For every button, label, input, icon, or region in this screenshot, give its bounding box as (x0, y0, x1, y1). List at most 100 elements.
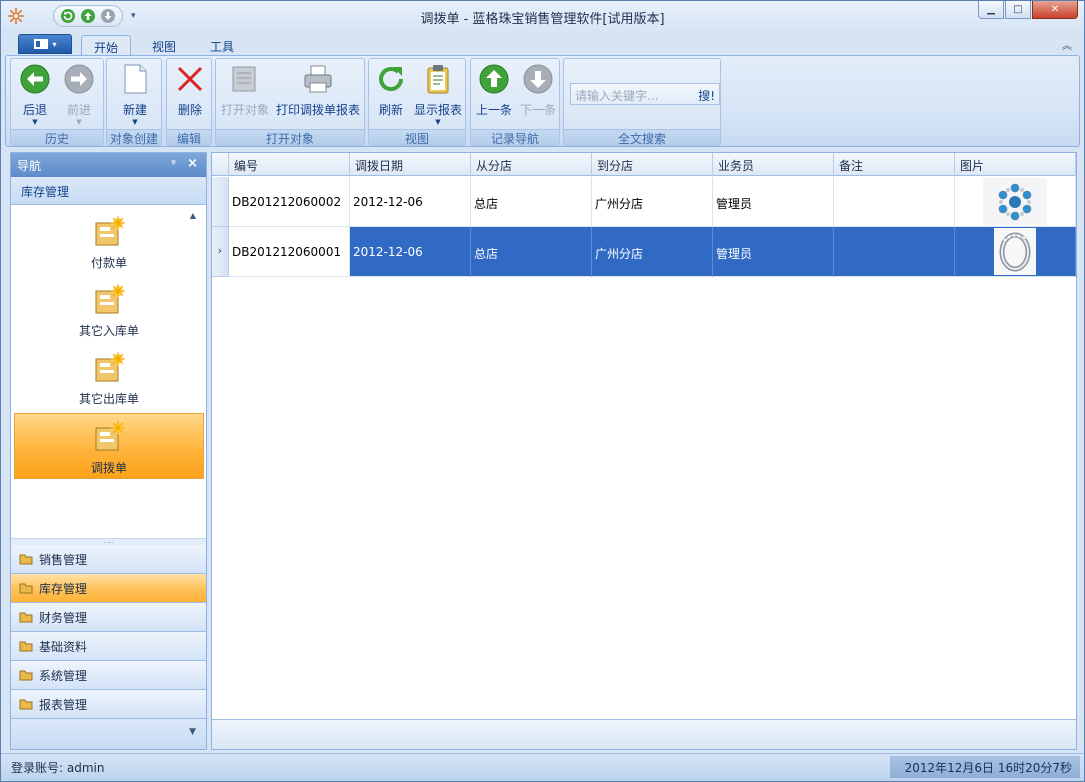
close-button[interactable]: ✕ (1032, 1, 1078, 19)
nav-header-title: 导航 (17, 159, 42, 173)
nav-group-system[interactable]: 系统管理 (11, 661, 206, 690)
cell-id[interactable]: DB201212060001 (229, 227, 350, 277)
cell-to[interactable]: 广州分店 (592, 177, 713, 227)
folder-icon (19, 612, 33, 623)
refresh-icon (379, 67, 404, 92)
title-bar: ▾ 调拨单 - 蓝格珠宝销售管理软件[试用版本] ▁ □ ✕ (1, 1, 1084, 31)
back-button[interactable]: 后退 ▼ (15, 63, 55, 126)
new-document-icon (124, 64, 147, 94)
nav-group-inventory[interactable]: 库存管理 (11, 574, 206, 603)
window-title: 调拨单 - 蓝格珠宝销售管理软件[试用版本] (420, 12, 665, 27)
column-header-note[interactable]: 备注 (834, 153, 955, 176)
cell-id[interactable]: DB201212060002 (229, 177, 350, 227)
nav-item-transfer[interactable]: 调拨单 (14, 413, 204, 479)
cell-picture[interactable] (955, 227, 1076, 277)
pin-icon[interactable]: ᵠ (171, 157, 176, 170)
status-bar: 登录账号: admin 2012年12月6日 16时20分7秒 (1, 753, 1084, 781)
ring-image-icon (994, 228, 1036, 275)
group-history: 后退 ▼ 前进 ▼ 历史 (10, 58, 104, 146)
tab-start[interactable]: 开始 (81, 35, 131, 55)
forward-arrow-icon (64, 64, 94, 94)
table-row[interactable]: › DB201212060001 2012-12-06 总店 广州分店 管理员 (212, 227, 1076, 277)
transfer-grid: 编号 调拨日期 从分店 到分店 业务员 备注 图片 DB201212060002… (211, 152, 1077, 750)
brooch-image-icon (983, 178, 1047, 225)
back-arrow-icon (20, 64, 50, 94)
cell-picture[interactable] (955, 177, 1076, 227)
login-account: 登录账号: admin (11, 761, 105, 775)
group-caption-history: 历史 (11, 129, 103, 146)
table-row[interactable]: DB201212060002 2012-12-06 总店 广州分店 管理员 (212, 177, 1076, 227)
collapse-ribbon-icon[interactable]: ︽ (1062, 37, 1072, 52)
application-menu-button[interactable]: ▾ (18, 34, 72, 54)
column-header-picture[interactable]: 图片 (955, 153, 1076, 176)
nav-item-payment[interactable]: 付款单 (14, 209, 204, 275)
folder-icon (19, 554, 33, 565)
group-caption-fulltext: 全文搜索 (564, 129, 720, 146)
nav-category-title: 库存管理 (11, 177, 206, 205)
close-icon[interactable]: × (187, 156, 198, 171)
nav-group-basic-data[interactable]: 基础资料 (11, 632, 206, 661)
forward-button[interactable]: 前进 ▼ (59, 63, 99, 126)
tab-view[interactable]: 视图 (139, 35, 189, 55)
column-header-from[interactable]: 从分店 (471, 153, 592, 176)
group-caption-create: 对象创建 (107, 129, 161, 146)
group-open: 打开对象 打印调拨单报表 打开对象 (215, 58, 365, 146)
cell-from[interactable]: 总店 (471, 227, 592, 277)
print-transfer-report-button[interactable]: 打印调拨单报表 (276, 63, 360, 118)
next-record-button[interactable]: 下一条 (517, 63, 559, 118)
window-controls: ▁ □ ✕ (978, 1, 1078, 19)
cell-from[interactable]: 总店 (471, 177, 592, 227)
app-menu-icon (34, 39, 49, 49)
down-arrow-icon (523, 64, 553, 94)
column-header-id[interactable]: 编号 (229, 153, 350, 176)
delete-button[interactable]: 删除 (170, 63, 210, 118)
column-header-to[interactable]: 到分店 (592, 153, 713, 176)
nav-item-other-outbound[interactable]: 其它出库单 (14, 345, 204, 411)
maximize-button[interactable]: □ (1005, 1, 1031, 19)
form-document-icon (95, 352, 125, 382)
cell-clerk[interactable]: 管理员 (713, 177, 834, 227)
ribbon: 后退 ▼ 前进 ▼ 历史 新建 ▼ 对象创建 删除 编辑 打开对象 打印调拨单报… (5, 55, 1080, 147)
ribbon-tab-strip: ▾ 开始 视图 工具 ︽ (1, 31, 1084, 55)
open-object-button[interactable]: 打开对象 (218, 63, 272, 118)
column-header-date[interactable]: 调拨日期 (350, 153, 471, 176)
group-view: 刷新 显示报表 ▼ 视图 (368, 58, 466, 146)
nav-group-reports[interactable]: 报表管理 (11, 690, 206, 719)
nav-group-sales[interactable]: 销售管理 (11, 545, 206, 574)
search-button[interactable]: 搜! (698, 87, 715, 104)
status-datetime: 2012年12月6日 16时20分7秒 (890, 756, 1080, 778)
row-indicator[interactable]: › (212, 227, 229, 277)
nav-item-other-inbound[interactable]: 其它入库单 (14, 277, 204, 343)
cell-to[interactable]: 广州分店 (592, 227, 713, 277)
previous-record-button[interactable]: 上一条 (473, 63, 515, 118)
search-input[interactable]: 请输入关键字... 搜! (570, 83, 720, 105)
group-fulltext-search: 请输入关键字... 搜! 全文搜索 (563, 58, 721, 146)
tab-tools[interactable]: 工具 (197, 35, 247, 55)
cell-note[interactable] (834, 177, 955, 227)
new-button[interactable]: 新建 ▼ (115, 63, 155, 126)
folder-icon (19, 699, 33, 710)
column-header-clerk[interactable]: 业务员 (713, 153, 834, 176)
group-caption-edit: 编辑 (167, 129, 211, 146)
group-caption-view: 视图 (369, 129, 465, 146)
cell-clerk[interactable]: 管理员 (713, 227, 834, 277)
folder-icon (19, 641, 33, 652)
refresh-button[interactable]: 刷新 (373, 63, 409, 118)
cell-date[interactable]: 2012-12-06 (350, 227, 471, 277)
cell-note[interactable] (834, 227, 955, 277)
nav-group-finance[interactable]: 财务管理 (11, 603, 206, 632)
show-report-button[interactable]: 显示报表 ▼ (413, 63, 463, 126)
group-caption-record-nav: 记录导航 (471, 129, 559, 146)
app-window: ▾ 调拨单 - 蓝格珠宝销售管理软件[试用版本] ▁ □ ✕ ▾ 开始 视图 工… (0, 0, 1085, 782)
cell-date[interactable]: 2012-12-06 (350, 177, 471, 227)
nav-item-list: ▲ 付款单 其它入库单 其它出库单 调拨单 (11, 205, 206, 535)
group-caption-open: 打开对象 (216, 129, 364, 146)
up-arrow-icon (479, 64, 509, 94)
minimize-button[interactable]: ▁ (978, 1, 1004, 19)
chevron-down-icon[interactable]: ▼ (189, 727, 196, 737)
navigation-pane: 导航 ᵠ × 库存管理 ▲ 付款单 其它入库单 其它出库单 调拨单 .... 销… (10, 152, 207, 750)
folder-icon (19, 670, 33, 681)
row-indicator[interactable] (212, 177, 229, 227)
open-object-icon (232, 66, 256, 92)
form-document-icon (95, 216, 125, 246)
